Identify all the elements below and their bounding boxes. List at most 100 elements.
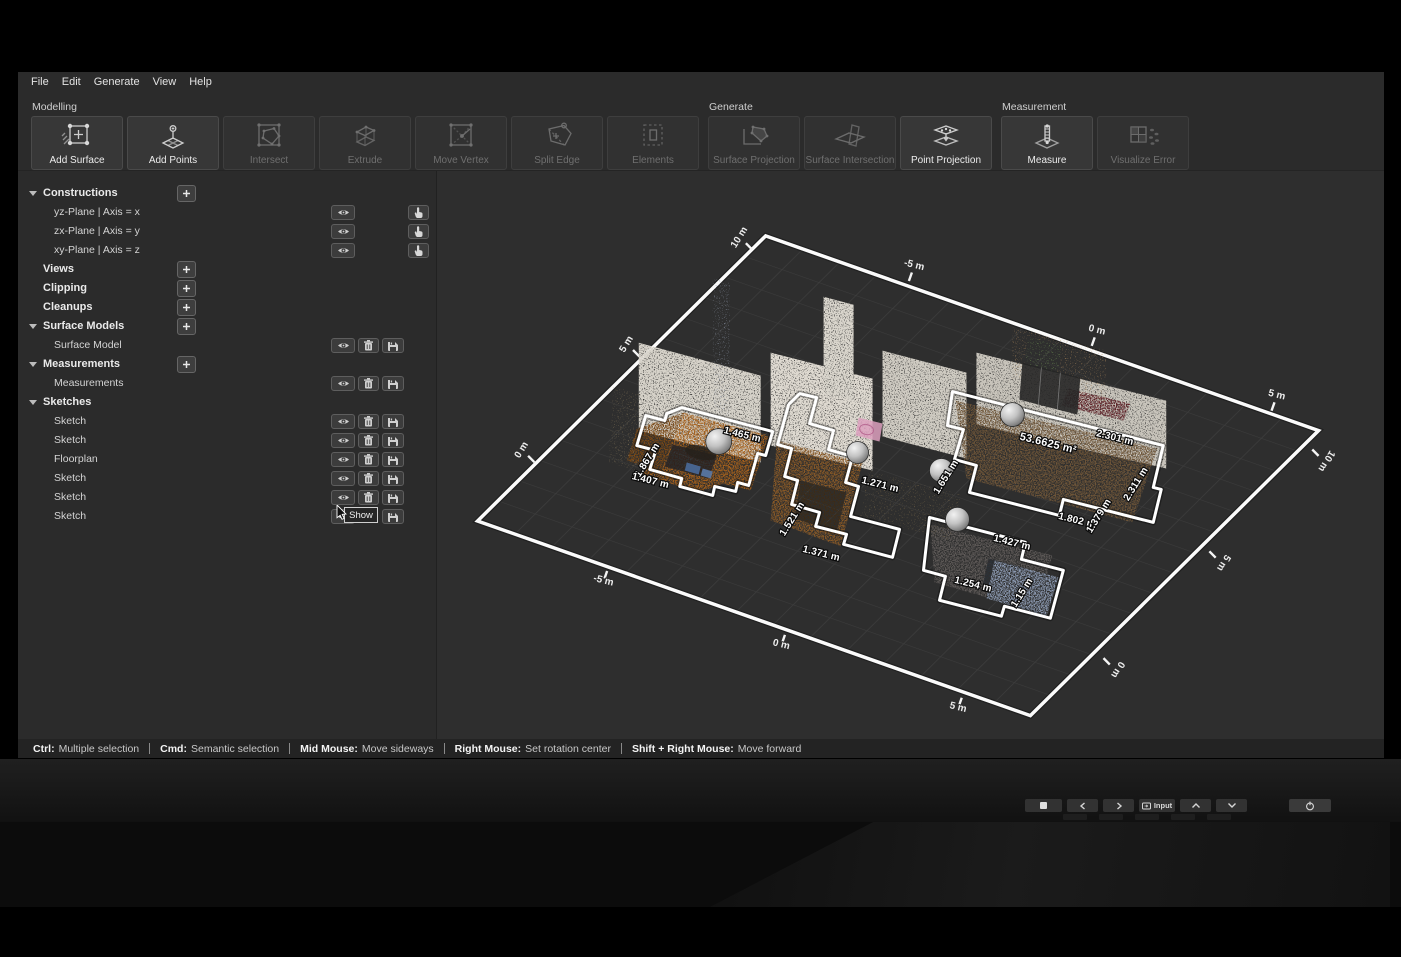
hand-icon [414,245,423,256]
physical-key[interactable] [1135,814,1159,820]
add-points-button[interactable]: Add Points [127,116,219,170]
save-button[interactable] [382,433,404,448]
tree-item-sketch[interactable]: Sketch [18,412,436,431]
divider [444,743,445,754]
menu-edit[interactable]: Edit [62,76,81,88]
hand-icon [414,226,423,237]
eye-icon [337,474,350,483]
monitor-left-button[interactable] [1067,799,1098,812]
save-button[interactable] [382,338,404,353]
point-projection-button[interactable]: Point Projection [900,116,992,170]
visibility-toggle-button[interactable] [331,224,355,239]
eye-icon [337,417,350,426]
menu-help[interactable]: Help [189,76,212,88]
tree-sidebar: Constructions yz-Plane | Axis = x zx-Pla… [18,171,436,739]
delete-button[interactable] [358,452,379,467]
add-surface-button[interactable]: Add Surface [31,116,123,170]
divider [621,743,622,754]
menu-file[interactable]: File [31,76,49,88]
physical-key[interactable] [1099,814,1123,820]
visibility-toggle-button[interactable] [331,433,355,448]
add-clipping-button[interactable] [177,280,196,297]
delete-button[interactable] [358,376,379,391]
tree-item-xy-plane[interactable]: xy-Plane | Axis = z [18,241,436,260]
measure-button[interactable]: Measure [1001,116,1093,170]
visibility-toggle-button[interactable] [331,243,355,258]
tree-item-measurements[interactable]: Measurements [18,374,436,393]
pick-plane-button[interactable] [408,205,429,220]
monitor-power-button[interactable] [1289,799,1331,812]
add-surface-model-button[interactable] [177,318,196,335]
tree-header-surface-models[interactable]: Surface Models [18,317,436,336]
menu-generate[interactable]: Generate [94,76,140,88]
hint-cmd: Cmd:Semantic selection [160,743,279,755]
app-window: File Edit Generate View Help Modelling A… [18,72,1384,758]
add-surface-icon [55,119,99,155]
add-measurement-button[interactable] [177,356,196,373]
visibility-toggle-button[interactable] [331,414,355,429]
delete-button[interactable] [358,433,379,448]
tree-header-clipping[interactable]: Clipping [18,279,436,298]
tree-header-views[interactable]: Views [18,260,436,279]
monitor-input-button[interactable]: Input [1139,799,1175,812]
monitor-right-button[interactable] [1103,799,1134,812]
measurement-handle-sphere[interactable] [847,442,869,464]
tree-item-sketch[interactable]: Sketch [18,469,436,488]
tree-label: yz-Plane | Axis = x [54,206,140,218]
save-button[interactable] [382,452,404,467]
visibility-toggle-button[interactable] [331,471,355,486]
tree-header-cleanups[interactable]: Cleanups [18,298,436,317]
visibility-toggle-button[interactable] [331,338,355,353]
save-button[interactable] [382,490,404,505]
delete-button[interactable] [358,414,379,429]
button-label: Intersect [250,155,288,166]
tree-label: Sketch [54,472,86,484]
save-button[interactable] [382,471,404,486]
eye-icon [337,455,350,464]
tree-item-zx-plane[interactable]: zx-Plane | Axis = y [18,222,436,241]
visibility-toggle-button[interactable] [331,376,355,391]
viewport-3d[interactable]: 10 m 5 m 0 m -5 m 0 m 5 m 10 m 5 m 0 m -… [437,171,1384,739]
save-button[interactable] [382,414,404,429]
monitor-down-button[interactable] [1216,799,1247,812]
button-label: Elements [632,155,674,166]
tree-header-constructions[interactable]: Constructions [18,184,436,203]
visibility-toggle-button[interactable] [331,205,355,220]
physical-key[interactable] [1171,814,1195,820]
pick-plane-button[interactable] [408,243,429,258]
monitor-menu-button[interactable] [1025,799,1062,812]
tree-header-measurements[interactable]: Measurements [18,355,436,374]
physical-key[interactable] [1207,814,1231,820]
tree-header-sketches[interactable]: Sketches [18,393,436,412]
toolbar-group-label: Generate [709,101,753,113]
tree-item-surface-model[interactable]: Surface Model [18,336,436,355]
tree-item-sketch[interactable]: Sketch [18,431,436,450]
visibility-toggle-button[interactable] [331,490,355,505]
tree-item-yz-plane[interactable]: yz-Plane | Axis = x [18,203,436,222]
save-icon [388,436,398,446]
add-construction-button[interactable] [177,185,196,202]
menu-view[interactable]: View [153,76,177,88]
toolbar-group-modelling: Modelling Add Surface Add Point [31,116,699,170]
plus-icon [182,322,191,331]
measurement-handle-sphere[interactable] [1000,403,1024,427]
chevron-down-icon [29,191,37,196]
monitor-up-button[interactable] [1180,799,1211,812]
chevron-down-icon [29,400,37,405]
delete-button[interactable] [358,471,379,486]
add-view-button[interactable] [177,261,196,278]
add-cleanup-button[interactable] [177,299,196,316]
save-button[interactable] [382,376,404,391]
tree-item-floorplan[interactable]: Floorplan [18,450,436,469]
plus-icon [182,189,191,198]
measurement-handle-sphere[interactable] [945,507,969,531]
delete-button[interactable] [358,490,379,505]
hint-ctrl: Ctrl:Multiple selection [33,743,139,755]
physical-key[interactable] [1063,814,1087,820]
save-button[interactable] [382,509,404,524]
visibility-toggle-button[interactable] [331,452,355,467]
split-edge-icon [535,119,579,155]
pick-plane-button[interactable] [408,224,429,239]
delete-button[interactable] [358,338,379,353]
tree-item-sketch[interactable]: Sketch [18,488,436,507]
